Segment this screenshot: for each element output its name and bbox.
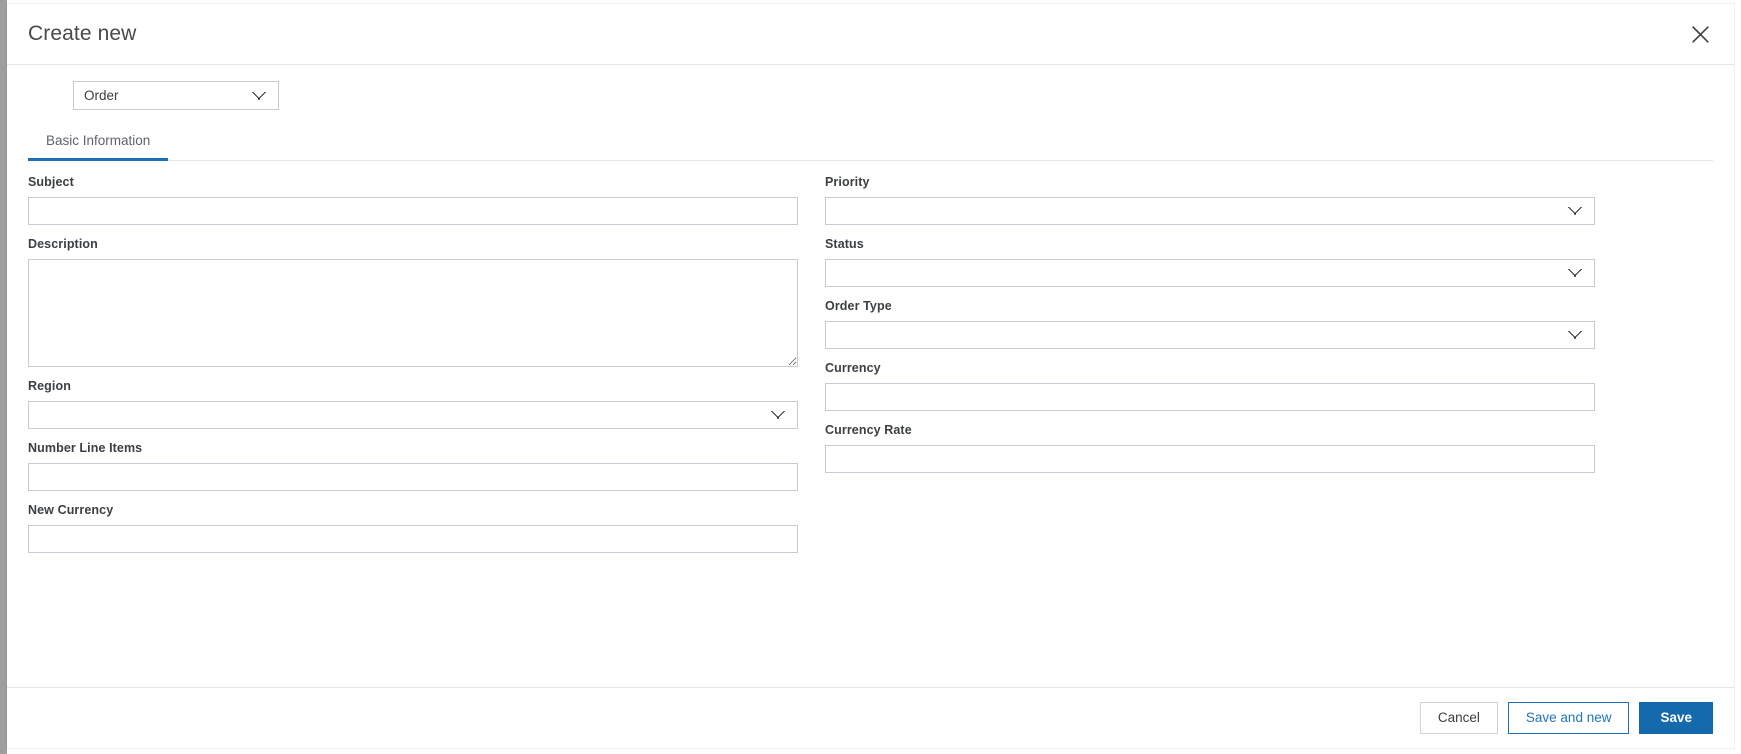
order-type-input[interactable] [825,321,1595,349]
priority-input[interactable] [825,197,1595,225]
field-new-currency: New Currency [28,503,798,553]
currency-input[interactable] [825,383,1595,411]
backdrop-strip [0,0,7,754]
currency-rate-label: Currency Rate [825,423,912,437]
field-status: Status [825,237,1595,287]
field-number-line-items: Number Line Items [28,441,798,491]
tab-basic-information[interactable]: Basic Information [28,120,169,161]
dialog-footer: Cancel Save and new Save [7,687,1734,748]
number-line-items-label: Number Line Items [28,441,143,455]
save-and-new-button[interactable]: Save and new [1507,702,1630,734]
entity-type-select[interactable]: Order [73,81,279,110]
field-currency: Currency [825,361,1595,411]
field-description: Description [28,237,798,367]
close-icon[interactable] [1684,18,1716,50]
status-label: Status [825,237,864,251]
region-label: Region [28,379,71,393]
currency-rate-input[interactable] [825,445,1595,473]
create-new-dialog: Create new Order Basic Information Subje… [7,4,1734,748]
field-priority: Priority [825,175,1595,225]
priority-label: Priority [825,175,870,189]
save-button[interactable]: Save [1639,702,1713,734]
region-input[interactable] [28,401,798,429]
form-grid: Subject Description Region Number Line Item… [7,161,1734,565]
form-right-column: Priority Status Order Type Currency Currency… [825,175,1595,565]
subject-input[interactable] [28,197,798,225]
tab-bar: Basic Information [28,120,1713,161]
field-subject: Subject [28,175,798,225]
dialog-header: Create new [7,4,1734,65]
dialog-body: Order Basic Information Subject Descripti… [7,65,1734,687]
new-currency-label: New Currency [28,503,114,517]
number-line-items-input[interactable] [28,463,798,491]
description-label: Description [28,237,98,251]
description-input[interactable] [28,259,798,367]
field-order-type: Order Type [825,299,1595,349]
form-left-column: Subject Description Region Number Line Item… [28,175,798,565]
page-title: Create new [28,22,137,45]
cancel-button[interactable]: Cancel [1419,702,1498,734]
field-currency-rate: Currency Rate [825,423,1595,473]
currency-label: Currency [825,361,881,375]
field-region: Region [28,379,798,429]
new-currency-input[interactable] [28,525,798,553]
order-type-label: Order Type [825,299,892,313]
column-gap [798,175,825,565]
status-input[interactable] [825,259,1595,287]
subject-label: Subject [28,175,74,189]
entity-type-row: Order [7,65,1734,120]
